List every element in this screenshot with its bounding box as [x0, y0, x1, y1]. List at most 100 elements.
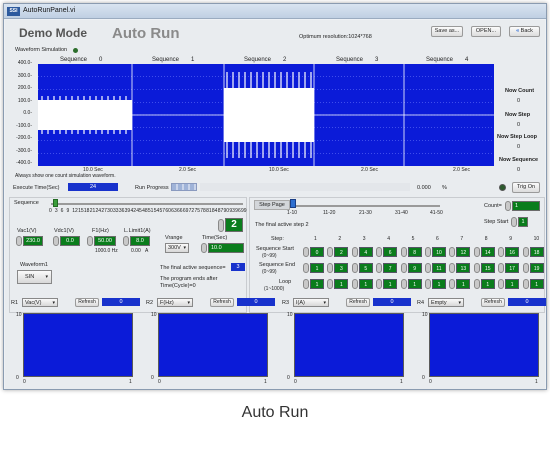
step-seq-start-field[interactable]: 18 — [529, 247, 544, 257]
y-tick: 300.0- — [17, 72, 32, 79]
step-loop-spinner[interactable] — [400, 279, 407, 289]
seq-start-range: (0~99) — [262, 253, 277, 259]
step-seq-start-spinner[interactable] — [327, 247, 334, 257]
step-loop-spinner[interactable] — [303, 279, 309, 289]
step-loop-spinner[interactable] — [327, 279, 334, 289]
sequence-spinner[interactable] — [218, 219, 224, 232]
step-seq-end-field[interactable]: 19 — [529, 263, 544, 273]
step-page-thumb[interactable] — [290, 199, 296, 208]
vdc1-field[interactable]: 0.0 — [60, 236, 80, 246]
open-button[interactable]: OPEN... — [471, 26, 501, 37]
y-tick: -100.0- — [16, 122, 32, 129]
step-loop-field[interactable]: 1 — [407, 279, 422, 289]
step-seq-end-field[interactable]: 11 — [432, 263, 446, 273]
seq-end-range: (0~99) — [262, 269, 277, 275]
step-seq-end-spinner[interactable] — [376, 263, 383, 273]
step-loop-field[interactable]: 1 — [383, 279, 398, 289]
step-loop-field[interactable]: 1 — [358, 279, 373, 289]
step-loop-spinner[interactable] — [425, 279, 431, 289]
step-seq-start-spinner[interactable] — [498, 247, 505, 257]
step-seq-start-spinner[interactable] — [522, 247, 529, 257]
step-seq-end-field[interactable]: 15 — [480, 263, 495, 273]
step-seq-end-field[interactable]: 5 — [358, 263, 373, 273]
now-step-value: 0 — [517, 122, 521, 128]
step-loop-spinner[interactable] — [351, 279, 358, 289]
back-button[interactable]: « Back — [509, 26, 540, 37]
step-seq-end-spinner[interactable] — [498, 263, 505, 273]
step-seq-end-field[interactable]: 9 — [407, 263, 422, 273]
step-seq-start-spinner[interactable] — [351, 247, 358, 257]
step-seq-end-field[interactable]: 13 — [456, 263, 471, 273]
step-seq-start-field[interactable]: 12 — [456, 247, 471, 257]
step-loop-spinner[interactable] — [498, 279, 505, 289]
sequence-value[interactable]: 2 — [225, 218, 243, 232]
step-loop-spinner[interactable] — [376, 279, 383, 289]
readout-select[interactable]: I(A) ▾ — [293, 298, 329, 307]
step-loop-spinner[interactable] — [473, 279, 480, 289]
refresh-button[interactable]: Refresh — [210, 298, 234, 307]
vac1-field[interactable]: 230.0 — [23, 236, 43, 246]
sequence-slider-tick: 33 — [113, 208, 119, 214]
step-loop-field[interactable]: 1 — [480, 279, 495, 289]
step-start-spinner[interactable] — [511, 217, 517, 227]
step-seq-start-field[interactable]: 8 — [407, 247, 422, 257]
step-page-track[interactable] — [292, 205, 440, 207]
llimit-field[interactable]: 8.0 — [130, 236, 150, 246]
readout-select[interactable]: F(Hz) ▾ — [157, 298, 193, 307]
step-loop-field[interactable]: 1 — [505, 279, 520, 289]
step-seq-start-field[interactable]: 6 — [383, 247, 398, 257]
vac1-spinner[interactable] — [16, 236, 22, 246]
step-seq-start-field[interactable]: 10 — [432, 247, 446, 257]
step-start-field[interactable]: 1 — [518, 217, 528, 227]
step-seq-end-field[interactable]: 3 — [334, 263, 349, 273]
step-seq-start-spinner[interactable] — [473, 247, 480, 257]
step-seq-start-field[interactable]: 14 — [480, 247, 495, 257]
count-spinner[interactable] — [505, 201, 511, 211]
step-seq-end-spinner[interactable] — [473, 263, 480, 273]
refresh-button[interactable]: Refresh — [75, 298, 99, 307]
save-as-button[interactable]: Save as... — [431, 26, 463, 37]
step-seq-start-spinner[interactable] — [376, 247, 383, 257]
waveform1-select[interactable]: SIN ▾ — [17, 270, 52, 284]
step-seq-end-spinner[interactable] — [303, 263, 309, 273]
step-seq-end-spinner[interactable] — [522, 263, 529, 273]
step-seq-end-spinner[interactable] — [400, 263, 407, 273]
step-loop-field[interactable]: 1 — [456, 279, 471, 289]
step-seq-start-spinner[interactable] — [400, 247, 407, 257]
step-seq-end-spinner[interactable] — [425, 263, 431, 273]
f1-field[interactable]: 50.00 — [94, 236, 116, 246]
f1-spinner[interactable] — [87, 236, 93, 246]
step-seq-end-spinner[interactable] — [327, 263, 334, 273]
step-seq-start-field[interactable]: 2 — [334, 247, 349, 257]
step-seq-end-field[interactable]: 1 — [310, 263, 324, 273]
sequence-slider-track[interactable] — [51, 203, 243, 205]
time-field[interactable]: 10.0 — [208, 243, 244, 253]
step-loop-field[interactable]: 1 — [432, 279, 446, 289]
time-spinner[interactable] — [201, 243, 207, 253]
step-seq-end-field[interactable]: 7 — [383, 263, 398, 273]
step-seq-start-spinner[interactable] — [303, 247, 309, 257]
step-loop-field[interactable]: 1 — [529, 279, 544, 289]
refresh-button[interactable]: Refresh — [481, 298, 505, 307]
step-seq-start-field[interactable]: 4 — [358, 247, 373, 257]
step-seq-end-spinner[interactable] — [351, 263, 358, 273]
step-loop-field[interactable]: 1 — [310, 279, 324, 289]
step-seq-start-field[interactable]: 16 — [505, 247, 520, 257]
readout-select[interactable]: Empty ▾ — [428, 298, 464, 307]
step-seq-start-spinner[interactable] — [449, 247, 456, 257]
sequence-slider-thumb[interactable] — [52, 199, 58, 207]
step-seq-start-spinner[interactable] — [425, 247, 431, 257]
step-loop-spinner[interactable] — [522, 279, 529, 289]
step-seq-start-field[interactable]: 0 — [310, 247, 324, 257]
vrange-select[interactable]: 300V ▾ — [165, 243, 189, 253]
step-loop-field[interactable]: 1 — [334, 279, 349, 289]
vdc1-spinner[interactable] — [53, 236, 59, 246]
step-seq-end-spinner[interactable] — [449, 263, 456, 273]
refresh-button[interactable]: Refresh — [346, 298, 370, 307]
llimit-spinner[interactable] — [123, 236, 129, 246]
step-loop-spinner[interactable] — [449, 279, 456, 289]
trig-on-button[interactable]: Trig On — [512, 182, 540, 193]
readout-select[interactable]: Vac(V) ▾ — [22, 298, 58, 307]
count-field[interactable]: 1 — [512, 201, 540, 211]
step-seq-end-field[interactable]: 17 — [505, 263, 520, 273]
